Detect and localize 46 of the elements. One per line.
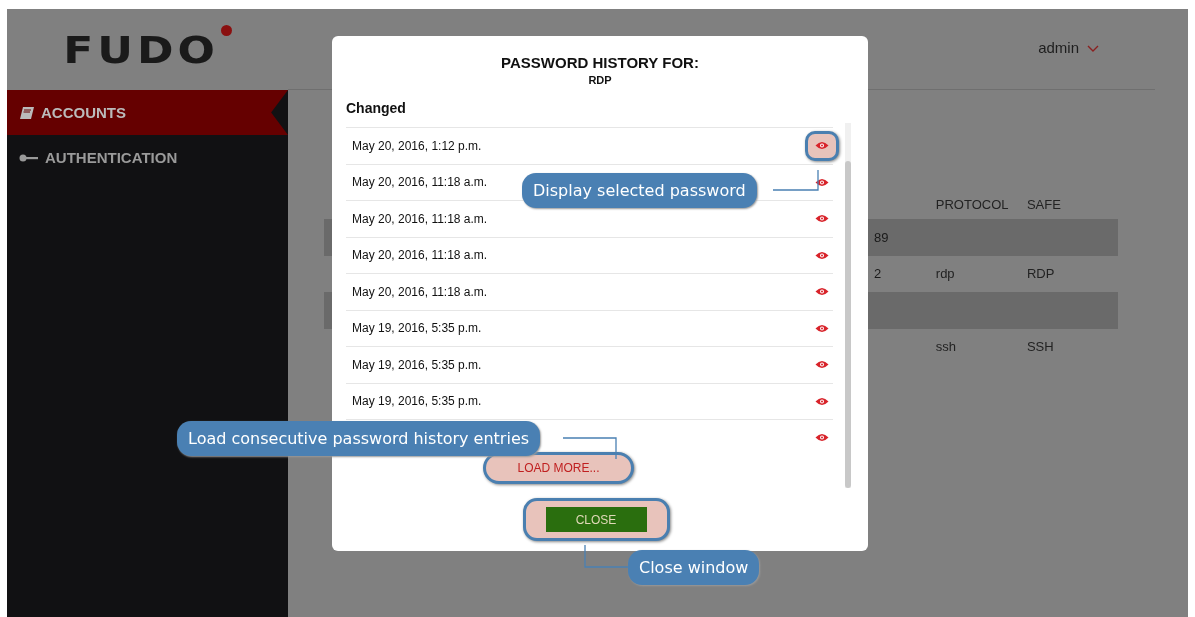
column-header: Changed [346,100,407,116]
chevron-down-icon [1087,45,1099,53]
history-date: May 20, 2016, 11:18 a.m. [352,211,488,226]
sidebar-item[interactable]: AUTHENTICATION [7,135,288,180]
callout: Load consecutive password history entries [177,421,541,456]
leader-line [562,437,617,460]
book-icon [19,105,35,120]
table-cell: RDP [1026,266,1055,282]
table-cell: SSH [1026,339,1054,355]
history-date: May 19, 2016, 5:35 p.m. [352,357,482,372]
scrollbar[interactable] [845,123,851,488]
history-date: May 19, 2016, 5:35 p.m. [352,321,482,336]
table-cell: 89 [874,229,889,245]
eye-icon [815,177,829,187]
eye-icon [815,433,829,443]
history-date: May 19, 2016, 5:35 p.m. [352,394,482,409]
eye-icon [815,214,829,224]
leader-line [772,169,819,191]
eye-icon [815,396,829,406]
table-cell: 2 [874,266,882,282]
history-date: May 20, 2016, 11:18 a.m. [352,284,488,299]
eye-icon [815,323,829,333]
table-cell: ssh [935,339,957,355]
column-header: PROTOCOL [935,196,1010,212]
history-date: May 20, 2016, 11:18 a.m. [352,248,488,263]
eye-icon [815,287,829,297]
eye-icon [815,360,829,370]
dialog-title: PASSWORD HISTORY FOR: [500,54,700,71]
logo-dot-icon [220,25,232,36]
key-icon [19,153,39,162]
column-header: SAFE [1026,196,1062,212]
user-menu[interactable]: admin [1038,39,1099,59]
callout: Close window [628,550,760,585]
history-date: May 20, 2016, 11:18 a.m. [352,175,488,190]
logo: FUDO [63,27,219,72]
leader-line [584,544,629,568]
sidebar-item[interactable]: ACCOUNTS [7,90,288,135]
view-password-button[interactable] [805,130,839,161]
history-date: May 20, 2016, 1:12 p.m. [352,138,482,153]
table-cell: rdp [935,266,955,282]
close-button[interactable]: CLOSE [545,507,647,532]
eye-icon [815,250,829,260]
dialog-subtitle: RDP [587,74,613,86]
callout: Display selected password [522,173,757,208]
load-more-button[interactable]: LOAD MORE... [483,451,634,484]
eye-icon [815,141,829,151]
